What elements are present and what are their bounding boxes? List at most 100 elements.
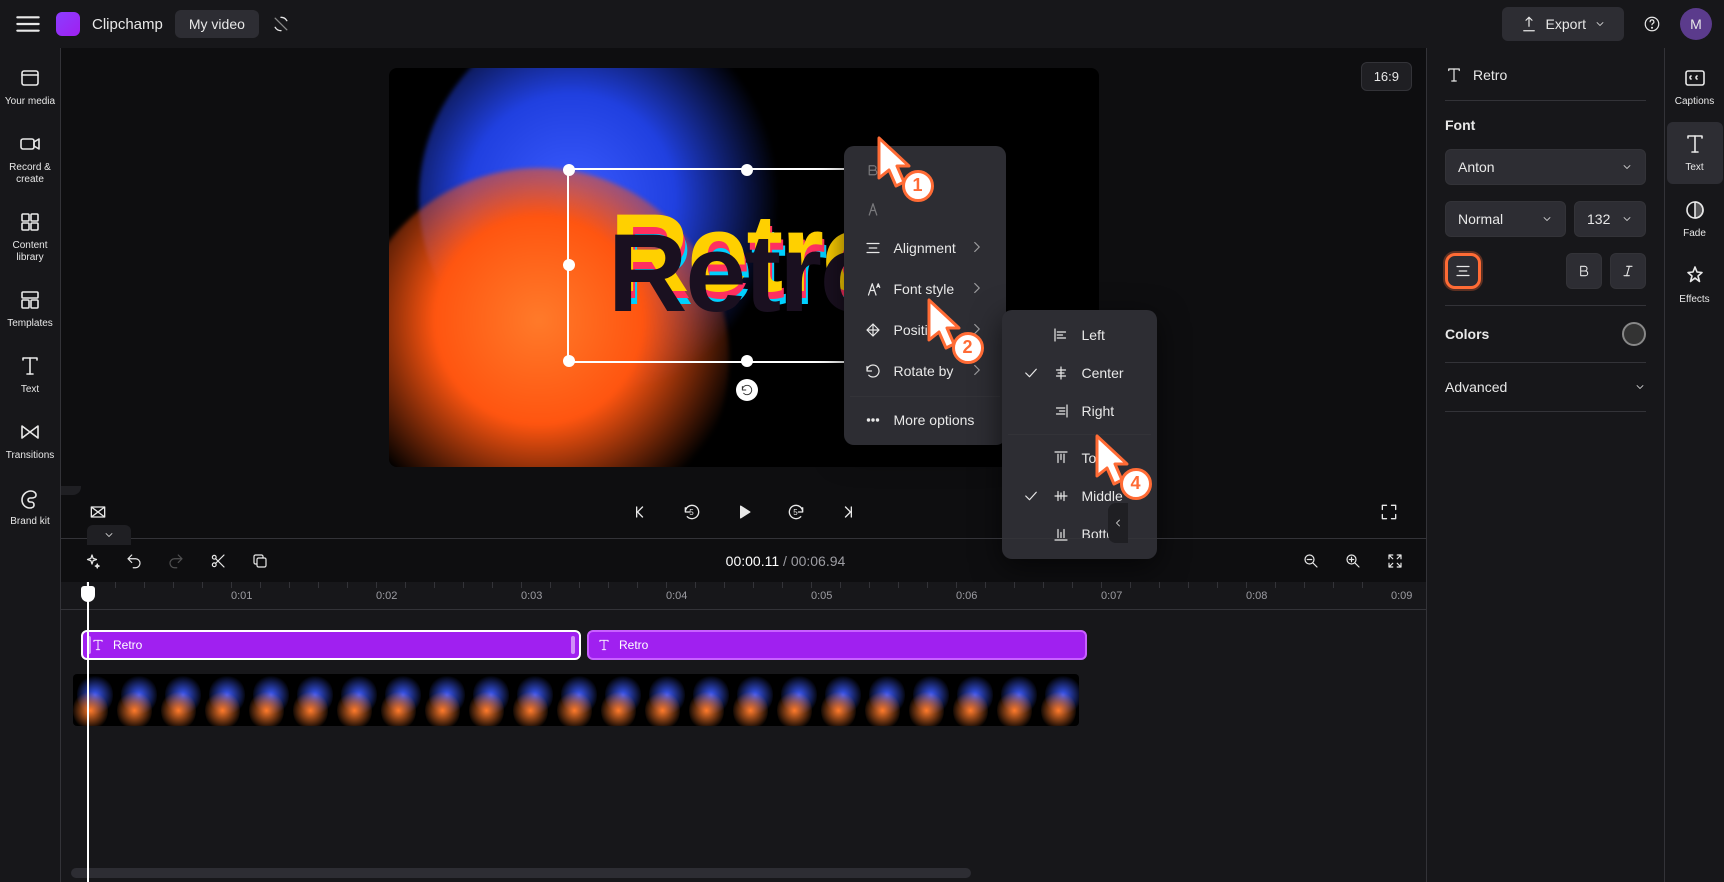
clip-trim-handle[interactable] [571, 636, 575, 654]
resize-handle[interactable] [563, 259, 575, 271]
sidebar-item-text[interactable]: Text [2, 344, 58, 406]
sidebar-item-text-props[interactable]: Text [1667, 122, 1723, 184]
menu-item-font[interactable]: A [850, 190, 1000, 228]
sidebar-item-your-media[interactable]: Your media [2, 56, 58, 118]
menu-item-label: Rotate by [894, 363, 954, 379]
sidebar-item-label: Your media [5, 96, 55, 108]
ruler-tick-label: 0:06 [956, 590, 977, 602]
hamburger-menu-button[interactable] [12, 8, 44, 40]
sidebar-item-captions[interactable]: Captions [1667, 56, 1723, 118]
align-top-item[interactable]: Top [1008, 439, 1151, 477]
video-thumbnail [205, 674, 249, 726]
align-center-item[interactable]: Center [1008, 354, 1151, 392]
sidebar-item-fade[interactable]: Fade [1667, 188, 1723, 250]
sidebar-item-templates[interactable]: Templates [2, 278, 58, 340]
menu-item-more-options[interactable]: More options [850, 401, 1000, 439]
menu-item-position[interactable]: Position [850, 310, 1000, 351]
time-ruler[interactable]: 0:010:020:030:040:050:060:070:080:09 [61, 582, 1426, 610]
sidebar-item-content-library[interactable]: Content library [2, 200, 58, 274]
video-thumbnail [865, 674, 909, 726]
export-button[interactable]: Export [1502, 7, 1624, 41]
font-weight-dropdown[interactable]: Normal [1445, 201, 1566, 237]
fullscreen-button[interactable] [1372, 495, 1406, 529]
panel-header-label: Retro [1473, 67, 1507, 83]
playhead[interactable] [87, 582, 89, 882]
resize-handle[interactable] [741, 164, 753, 176]
video-thumbnail [293, 674, 337, 726]
sidebar-item-label: Brand kit [10, 516, 49, 528]
video-clip[interactable] [71, 672, 1081, 728]
canvas-area: 16:9 Anton 132 [61, 48, 1426, 486]
video-thumbnail [777, 674, 821, 726]
video-thumbnail [425, 674, 469, 726]
resize-handle[interactable] [563, 164, 575, 176]
redo-button[interactable] [161, 546, 191, 576]
safe-zones-button[interactable] [81, 495, 115, 529]
undo-button[interactable] [119, 546, 149, 576]
horizontal-scrollbar[interactable] [71, 868, 971, 878]
ai-sparkle-button[interactable] [77, 546, 107, 576]
skip-back-button[interactable]: 5 [675, 495, 709, 529]
italic-button[interactable] [1610, 253, 1646, 289]
timeline[interactable]: 0:010:020:030:040:050:060:070:080:09 Ret… [61, 582, 1426, 882]
text-clip-2[interactable]: Retro [587, 630, 1087, 660]
advanced-section-title: Advanced [1445, 379, 1507, 395]
user-avatar[interactable]: M [1680, 8, 1712, 40]
video-title-input[interactable]: My video [175, 10, 259, 38]
advanced-section-toggle[interactable]: Advanced [1445, 379, 1646, 395]
sync-status-icon [271, 14, 291, 34]
video-thumbnail [117, 674, 161, 726]
zoom-out-button[interactable] [1296, 546, 1326, 576]
bold-button[interactable] [1566, 253, 1602, 289]
chevron-down-icon [1634, 381, 1646, 393]
prev-frame-button[interactable] [623, 495, 657, 529]
duplicate-button[interactable] [245, 546, 275, 576]
aspect-ratio-button[interactable]: 16:9 [1361, 62, 1412, 91]
menu-item-rotate-by[interactable]: Rotate by [850, 351, 1000, 392]
next-frame-button[interactable] [831, 495, 865, 529]
resize-handle[interactable] [563, 355, 575, 367]
text-icon [1445, 66, 1463, 84]
menu-item-font-style[interactable]: Font style [850, 269, 1000, 310]
help-button[interactable] [1636, 8, 1668, 40]
color-swatch-button[interactable] [1622, 322, 1646, 346]
menu-item-bold-italic[interactable]: BI [850, 152, 1000, 190]
ruler-tick-label: 0:04 [666, 590, 687, 602]
total-time: 00:06.94 [791, 553, 846, 569]
sidebar-item-label: Captions [1675, 96, 1714, 108]
left-sidebar: Your media Record & create Content libra… [0, 48, 61, 882]
alignment-button[interactable] [1445, 253, 1481, 289]
menu-item-label: Position [894, 322, 944, 338]
resize-handle[interactable] [741, 355, 753, 367]
expand-right-panel-button[interactable] [1108, 503, 1128, 543]
align-left-item[interactable]: Left [1008, 316, 1151, 354]
font-size-value: 132 [1587, 211, 1610, 227]
video-thumbnail [601, 674, 645, 726]
text-clip-1[interactable]: Retro [81, 630, 581, 660]
rotate-handle[interactable] [736, 379, 758, 401]
menu-item-alignment[interactable]: Alignment [850, 228, 1000, 269]
sidebar-item-brand-kit[interactable]: Brand kit [2, 476, 58, 538]
chevron-right-icon [968, 361, 986, 382]
zoom-fit-button[interactable] [1380, 546, 1410, 576]
font-weight-value: Normal [1458, 211, 1503, 227]
video-thumbnail [1041, 674, 1081, 726]
play-button[interactable] [727, 495, 761, 529]
sidebar-item-record-create[interactable]: Record & create [2, 122, 58, 196]
video-thumbnail [909, 674, 953, 726]
sidebar-item-effects[interactable]: Effects [1667, 254, 1723, 316]
video-thumbnail [161, 674, 205, 726]
ruler-tick-label: 0:01 [231, 590, 252, 602]
collapse-timeline-button[interactable] [87, 525, 131, 545]
sidebar-item-transitions[interactable]: Transitions [2, 410, 58, 472]
time-display: 00:00.11 / 00:06.94 [287, 553, 1284, 569]
skip-forward-button[interactable]: 5 [779, 495, 813, 529]
font-size-dropdown[interactable]: 132 [1574, 201, 1646, 237]
current-time: 00:00.11 [726, 553, 779, 569]
video-thumbnail [249, 674, 293, 726]
video-thumbnail [381, 674, 425, 726]
split-button[interactable] [203, 546, 233, 576]
font-family-dropdown[interactable]: Anton [1445, 149, 1646, 185]
align-right-item[interactable]: Right [1008, 392, 1151, 430]
zoom-in-button[interactable] [1338, 546, 1368, 576]
